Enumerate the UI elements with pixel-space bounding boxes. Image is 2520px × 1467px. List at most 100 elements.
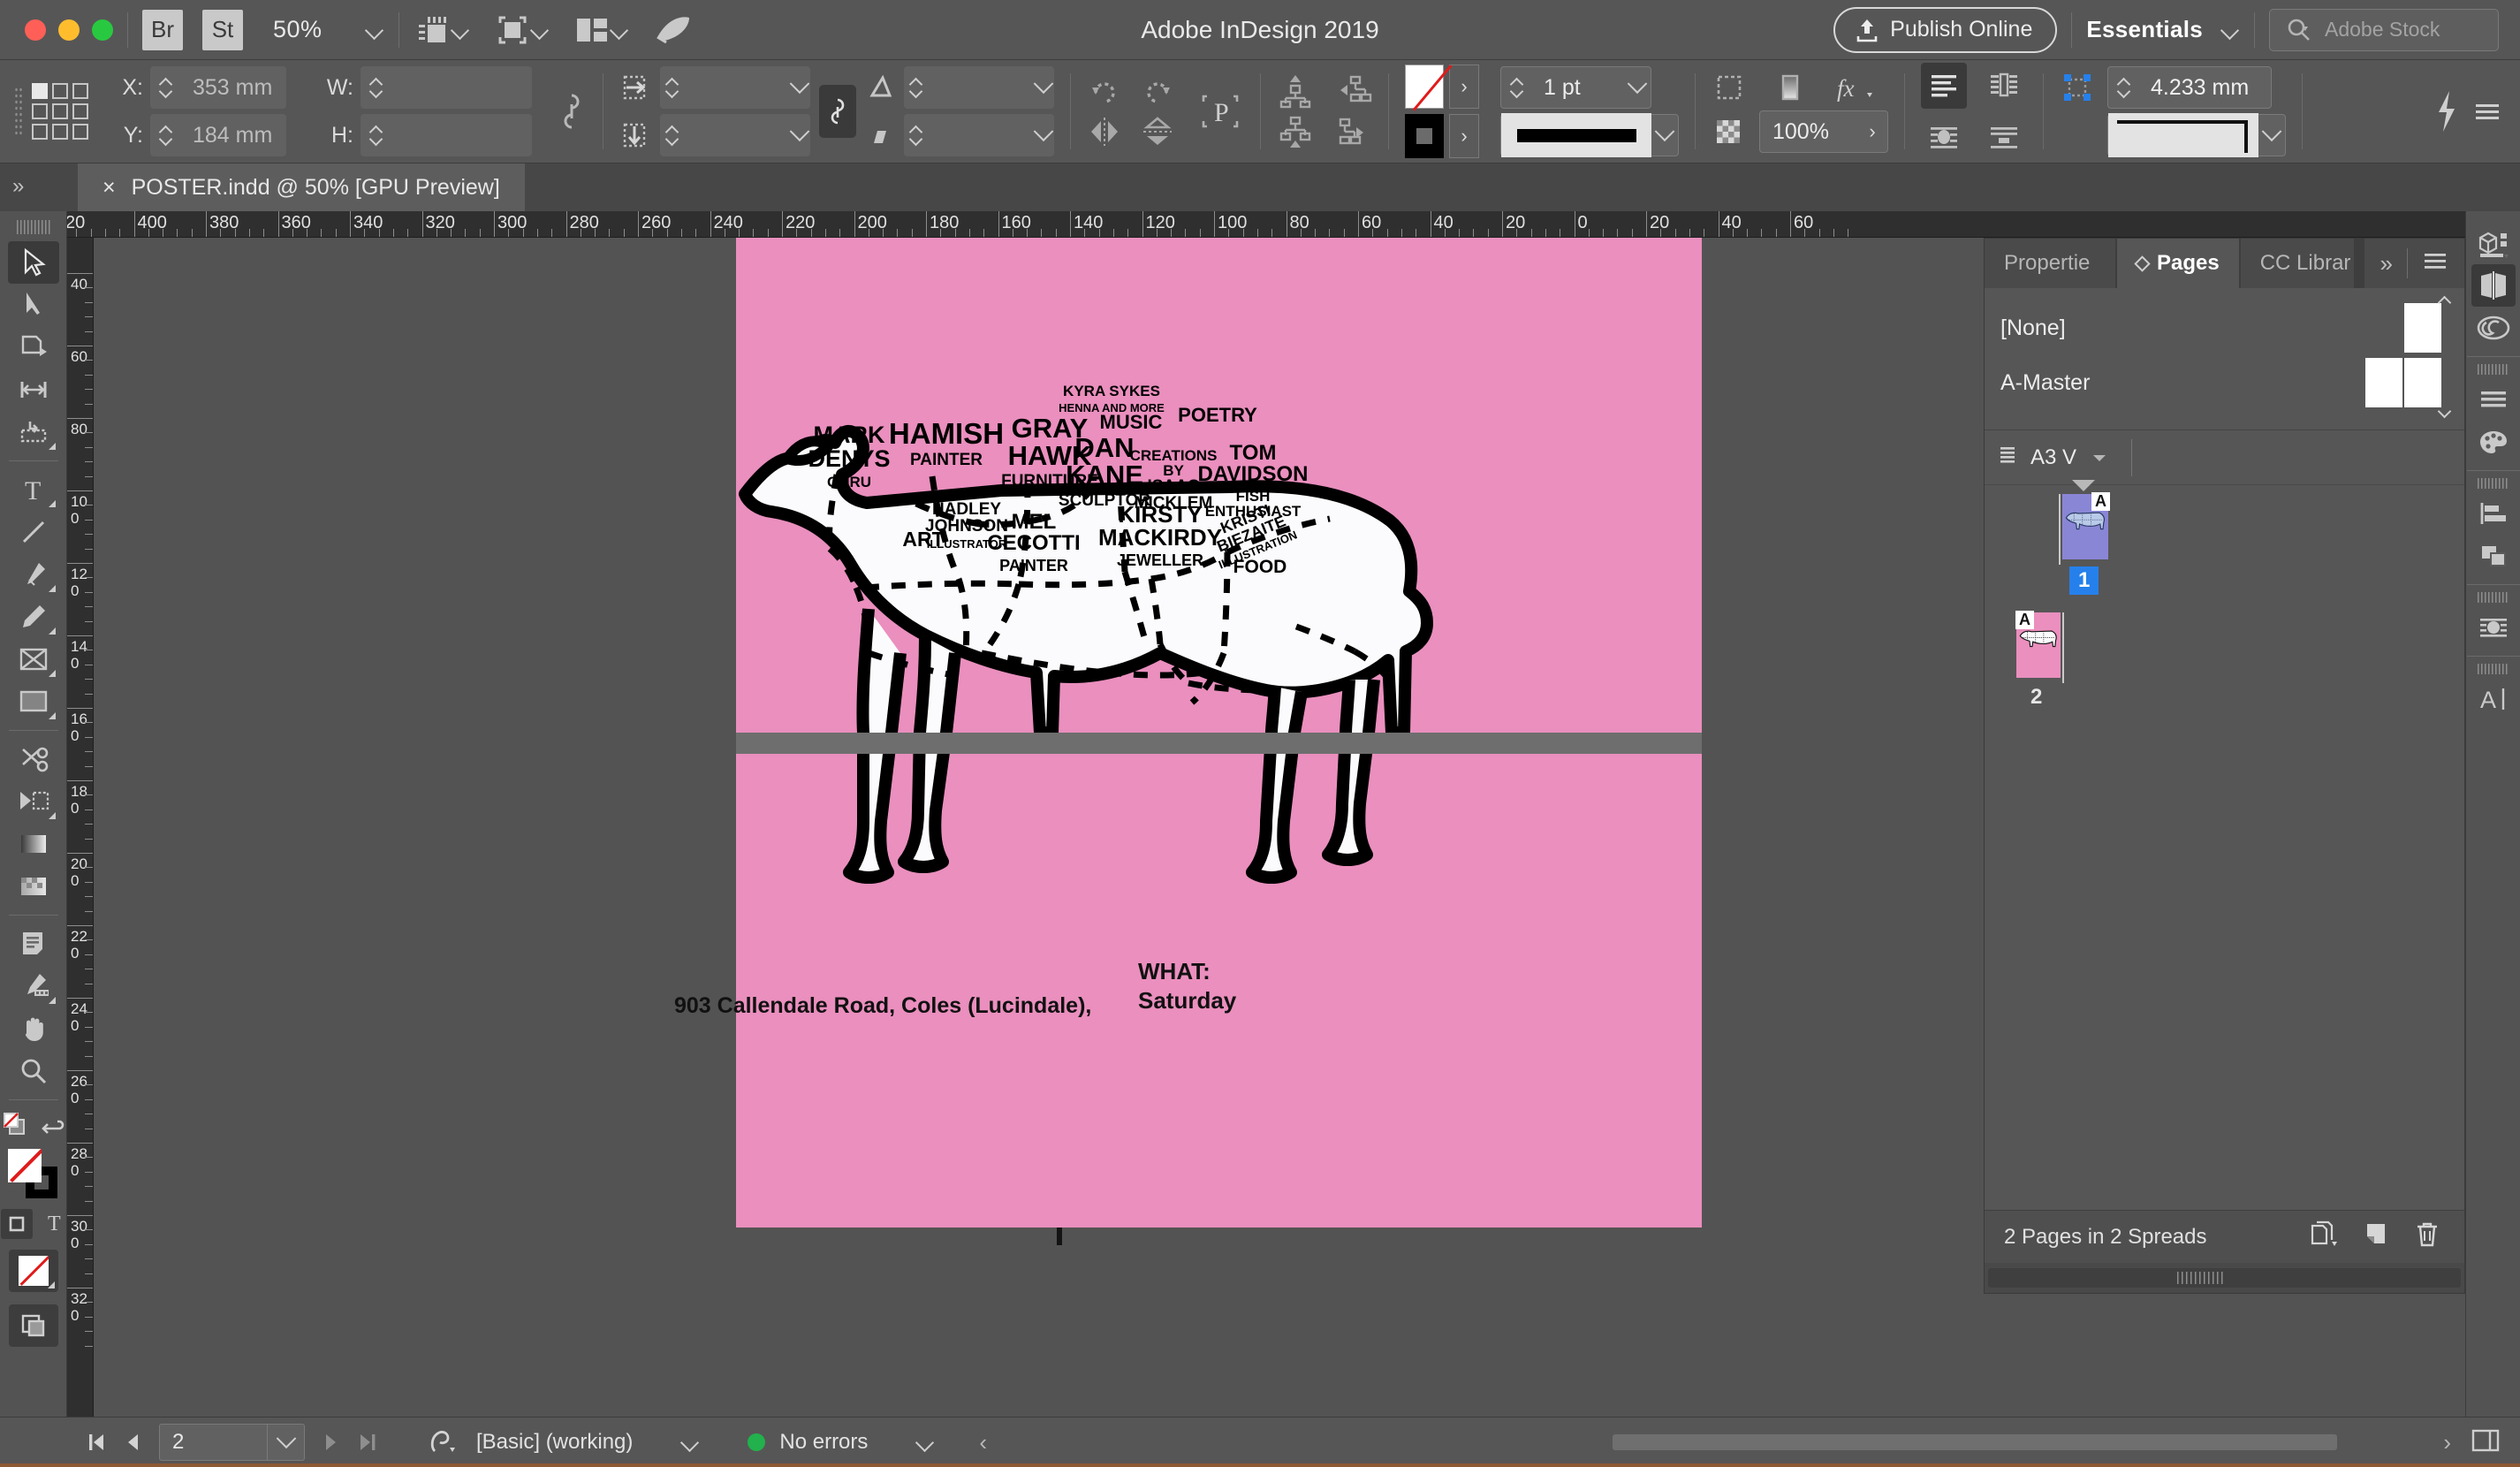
stroke-swatch[interactable] — [1405, 114, 1444, 158]
rectangle-tool[interactable] — [8, 680, 59, 723]
dock-grip[interactable] — [2477, 364, 2509, 375]
close-tab-icon[interactable]: × — [102, 175, 116, 201]
zoom-level[interactable]: 50% — [273, 16, 323, 43]
scale-x-dropdown-icon[interactable] — [790, 80, 810, 95]
last-page-button[interactable] — [356, 1429, 379, 1456]
fill-dropdown-button[interactable]: › — [1449, 65, 1479, 109]
corner-shape-dropdown-icon[interactable] — [2258, 128, 2285, 142]
arrange-dropdown-icon[interactable] — [610, 20, 629, 40]
gap-tool[interactable] — [8, 369, 59, 411]
fill-color-swatch[interactable] — [7, 1149, 42, 1182]
h-field[interactable] — [361, 114, 532, 156]
pencil-tool[interactable] — [8, 596, 59, 638]
view-options-icon[interactable] — [414, 12, 451, 48]
hand-tool[interactable] — [8, 1007, 59, 1050]
page-size-list-icon[interactable] — [1997, 444, 2020, 471]
toggle-panels-icon[interactable] — [2471, 1427, 2520, 1458]
corner-shape-field[interactable] — [2107, 113, 2286, 157]
stroke-weight-field[interactable]: 1 pt — [1500, 66, 1651, 109]
errors-dropdown-icon[interactable] — [915, 1433, 935, 1452]
stroke-weight-stepper[interactable] — [1501, 79, 1531, 96]
tab-cc-libraries[interactable]: CC Librar — [2240, 239, 2354, 288]
gradient-feather-tool[interactable] — [8, 865, 59, 908]
page-tool[interactable] — [8, 326, 59, 369]
text-wrap-icon[interactable] — [1712, 70, 1747, 105]
fill-swatch[interactable] — [1405, 65, 1444, 109]
fill-stroke-swatches[interactable] — [7, 1149, 59, 1200]
scale-y-field[interactable] — [660, 114, 810, 156]
panel-menu-icon[interactable] — [2422, 250, 2448, 277]
stroke-weight-value[interactable]: 1 pt — [1531, 75, 1624, 101]
send-to-back-icon[interactable] — [1277, 114, 1314, 151]
page-thumbnail-2[interactable]: A 2 — [2015, 611, 2064, 709]
publish-online-button[interactable]: Publish Online — [1833, 6, 2058, 53]
paragraph-styles-icon[interactable] — [2471, 378, 2516, 421]
scissors-tool[interactable] — [8, 738, 59, 780]
constrain-scale-toggle[interactable] — [819, 85, 856, 138]
master-row-a[interactable]: A-Master — [1985, 355, 2464, 410]
effects-fx-icon[interactable]: fx — [1833, 70, 1876, 105]
preflight-profile-label[interactable]: [Basic] (working) — [476, 1430, 633, 1455]
shear-dropdown-icon[interactable] — [1034, 128, 1054, 142]
arrange-documents-icon[interactable] — [574, 15, 610, 45]
rotate-90-cw-icon[interactable] — [1087, 73, 1122, 109]
horizontal-scrollbar[interactable] — [1613, 1434, 2338, 1450]
note-tool[interactable] — [8, 923, 59, 965]
new-page-icon[interactable] — [2364, 1220, 2390, 1253]
content-collector-tool[interactable] — [8, 411, 59, 453]
x-stepper[interactable] — [150, 79, 180, 96]
selection-tool[interactable] — [7, 241, 59, 284]
free-transform-tool[interactable] — [8, 780, 59, 823]
master-row-none[interactable]: [None] — [1985, 300, 2464, 355]
shear-field[interactable] — [904, 114, 1054, 156]
frame-fitting-icon[interactable] — [1773, 70, 1807, 105]
cc-libraries-icon[interactable] — [2471, 307, 2516, 349]
maximize-window-button[interactable] — [92, 19, 113, 41]
opacity-value[interactable]: 100% — [1760, 119, 1857, 145]
text-wrap-panel-icon[interactable] — [2471, 606, 2516, 649]
bring-to-front-icon[interactable] — [1277, 72, 1314, 109]
gradient-swatch-tool[interactable] — [8, 823, 59, 865]
rotation-stepper[interactable] — [904, 79, 928, 96]
opacity-field[interactable]: 100% › — [1759, 110, 1888, 153]
stroke-dropdown-button[interactable]: › — [1449, 114, 1479, 158]
rotation-dropdown-icon[interactable] — [1034, 80, 1054, 95]
preflight-dropdown-icon[interactable] — [680, 1433, 700, 1452]
zoom-dropdown-icon[interactable] — [365, 20, 384, 40]
opacity-dropdown-button[interactable]: › — [1857, 111, 1887, 152]
pages-panel-icon[interactable] — [2471, 264, 2516, 307]
publish-rocket-icon[interactable] — [654, 14, 693, 46]
shear-stepper[interactable] — [904, 126, 928, 144]
stroke-style-field[interactable] — [1500, 113, 1679, 157]
text-frame-options-icon[interactable] — [1981, 63, 2027, 109]
y-field[interactable]: 184 mm — [150, 114, 286, 156]
formatting-affects-container-icon[interactable] — [0, 1209, 33, 1239]
w-field[interactable] — [361, 66, 532, 109]
reference-point-selector[interactable] — [32, 83, 88, 140]
scroll-right-icon[interactable]: › — [2443, 1429, 2471, 1456]
frame-tool[interactable] — [8, 638, 59, 680]
screen-mode-icon[interactable] — [495, 12, 530, 48]
workspace-dropdown-icon[interactable] — [2220, 20, 2240, 40]
dock-grip[interactable] — [2477, 664, 2509, 674]
3d-extrude-icon[interactable] — [2471, 222, 2516, 264]
send-backward-icon[interactable] — [1332, 72, 1372, 109]
dock-grip[interactable] — [2477, 478, 2509, 489]
formatting-affects-text-icon[interactable]: T — [45, 1211, 66, 1238]
rotation-field[interactable] — [904, 66, 1054, 109]
horizontal-ruler[interactable]: 20 400 380 360 340 320 300 280 260 240 220 200 180 16… — [67, 211, 2520, 238]
constrain-proportions-wh-icon[interactable] — [557, 88, 587, 134]
preflight-icon[interactable] — [423, 1429, 462, 1456]
layers-panel-icon[interactable] — [2471, 535, 2516, 577]
bring-forward-icon[interactable] — [1332, 114, 1372, 151]
align-text-left-icon[interactable] — [1921, 63, 1967, 109]
page-size-selector[interactable]: A3 V — [2020, 445, 2119, 470]
corner-options-icon[interactable] — [2060, 70, 2095, 105]
x-value[interactable]: 353 mm — [180, 75, 286, 101]
apply-none-button[interactable] — [8, 1250, 58, 1292]
default-fill-stroke-icon[interactable] — [1, 1111, 31, 1144]
corner-radius-field[interactable]: 4.233 mm — [2107, 66, 2272, 109]
pen-tool[interactable] — [8, 553, 59, 596]
align-panel-icon[interactable] — [2471, 492, 2516, 535]
next-page-button[interactable] — [319, 1429, 342, 1456]
